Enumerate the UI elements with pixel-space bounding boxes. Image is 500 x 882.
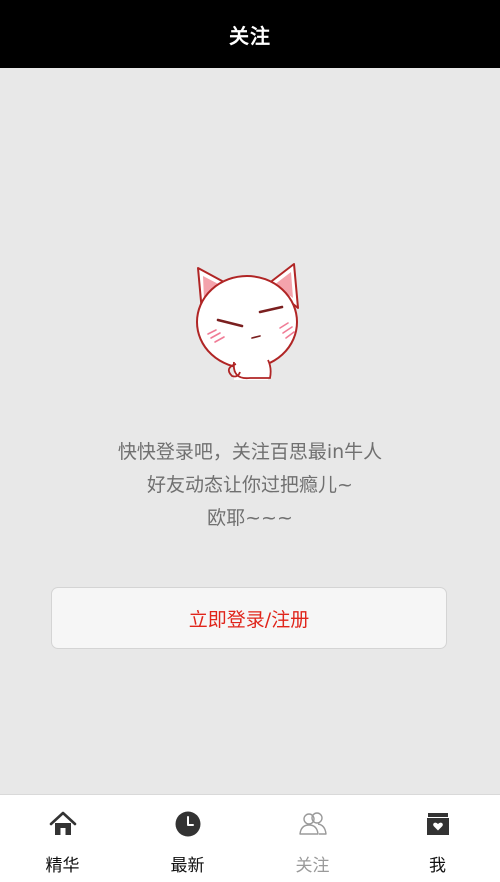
- main-content: 快快登录吧，关注百思最in牛人 好友动态让你过把瘾儿~ 欧耶~~~ 立即登录/注…: [0, 68, 500, 794]
- cat-mascot-illustration: [196, 263, 299, 380]
- tab-me[interactable]: 我: [375, 795, 500, 882]
- tab-label-essence: 精华: [45, 856, 80, 876]
- login-register-button[interactable]: 立即登录/注册: [51, 587, 447, 649]
- home-icon: [49, 811, 76, 835]
- message-line-1: 快快登录吧，关注百思最in牛人: [117, 441, 383, 463]
- tab-essence[interactable]: 精华: [0, 795, 125, 882]
- nav-bar: 关注: [0, 0, 500, 68]
- tab-label-follow: 关注: [295, 856, 330, 876]
- app-screen: 关注 快快登录吧，关注百思最in牛人 好友动态让你过把瘾儿~ 欧耶~~~ 立即登…: [0, 0, 500, 882]
- message-line-2: 好友动态让你过把瘾儿~: [147, 474, 353, 496]
- profile-box-icon: [426, 813, 449, 835]
- clock-icon: [175, 811, 200, 837]
- tab-label-me: 我: [429, 856, 446, 876]
- tab-latest[interactable]: 最新: [125, 795, 250, 882]
- login-prompt-message: 快快登录吧，关注百思最in牛人 好友动态让你过把瘾儿~ 欧耶~~~: [0, 436, 500, 535]
- tab-follow[interactable]: 关注: [250, 795, 375, 882]
- bottom-tab-bar: 精华 最新 关注 我: [0, 794, 500, 882]
- page-title: 关注: [229, 23, 271, 48]
- friends-icon: [298, 812, 327, 835]
- message-line-3: 欧耶~~~: [207, 507, 293, 529]
- tab-label-latest: 最新: [170, 856, 205, 876]
